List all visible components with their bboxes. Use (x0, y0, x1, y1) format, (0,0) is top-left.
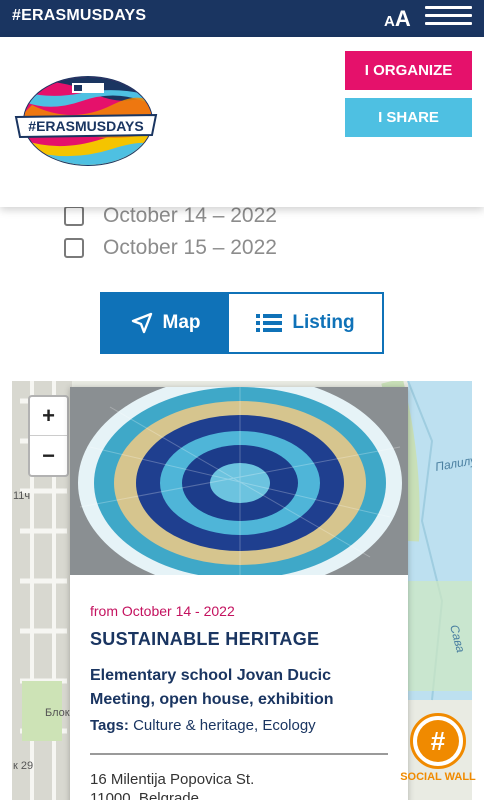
font-big-glyph: A (394, 6, 411, 31)
view-toggle: Map Listing (100, 292, 384, 354)
tags-label: Tags: (90, 717, 129, 734)
i-share-button[interactable]: I SHARE (345, 98, 472, 137)
svg-text:Блок: Блок (45, 707, 70, 719)
font-size-toggle[interactable]: AA (384, 6, 411, 32)
svg-text:к 29: к 29 (13, 760, 33, 772)
date-label: October 14 – 2022 (103, 204, 277, 227)
listing-view-button[interactable]: Listing (229, 294, 382, 352)
zoom-out-button[interactable]: − (30, 436, 67, 475)
event-types: Meeting, open house, exhibition (90, 691, 334, 708)
erasmusdays-logo[interactable]: #ERASMUSDAYS (12, 75, 160, 170)
map-view-button[interactable]: Map (102, 294, 229, 352)
listing-view-label: Listing (292, 312, 355, 333)
social-wall-button[interactable]: # SOCIAL WALL (396, 713, 480, 793)
tags-value: Culture & heritage, Ecology (133, 717, 316, 734)
event-address: 16 Milentija Popovica St. 11000, Belgrad… (90, 770, 254, 800)
map-zoom-control: + − (28, 395, 69, 477)
hamburger-menu-icon[interactable] (425, 6, 472, 28)
list-icon (256, 314, 283, 332)
address-line-2: 11000, Belgrade (90, 790, 199, 800)
event-photo (70, 387, 408, 575)
social-wall-label: SOCIAL WALL (400, 771, 476, 783)
social-wall-icon: # (410, 713, 466, 769)
site-hashtag[interactable]: #ERASMUSDAYS (12, 7, 146, 25)
event-organizer: Elementary school Jovan Ducic Meeting, o… (90, 664, 390, 712)
date-checkbox[interactable] (64, 238, 84, 258)
site-header: #ERASMUSDAYS I ORGANIZE I SHARE (0, 37, 484, 207)
svg-text:11ч: 11ч (13, 490, 30, 502)
event-popup-card[interactable]: from October 14 - 2022 SUSTAINABLE HERIT… (70, 387, 408, 800)
date-checkbox[interactable] (64, 206, 84, 226)
map-view-label: Map (162, 312, 201, 333)
hashtag-glyph: # (417, 720, 459, 762)
zoom-in-button[interactable]: + (30, 397, 67, 436)
top-bar: #ERASMUSDAYS AA (0, 0, 484, 37)
svg-text:#ERASMUSDAYS: #ERASMUSDAYS (28, 118, 143, 134)
organizer-name: Elementary school Jovan Ducic (90, 667, 331, 684)
date-filter-list: October 14 – 2022 October 15 – 2022 (64, 200, 277, 264)
date-option[interactable]: October 15 – 2022 (64, 232, 277, 264)
date-label: October 15 – 2022 (103, 236, 277, 259)
i-organize-button[interactable]: I ORGANIZE (345, 51, 472, 90)
card-divider (90, 753, 388, 755)
event-title[interactable]: SUSTAINABLE HERITAGE (90, 629, 319, 650)
navigation-arrow-icon (131, 312, 152, 334)
event-date: from October 14 - 2022 (90, 603, 235, 619)
address-line-1: 16 Milentija Popovica St. (90, 771, 255, 788)
event-tags: Tags: Culture & heritage, Ecology (90, 717, 316, 734)
font-small-glyph: A (384, 13, 395, 30)
